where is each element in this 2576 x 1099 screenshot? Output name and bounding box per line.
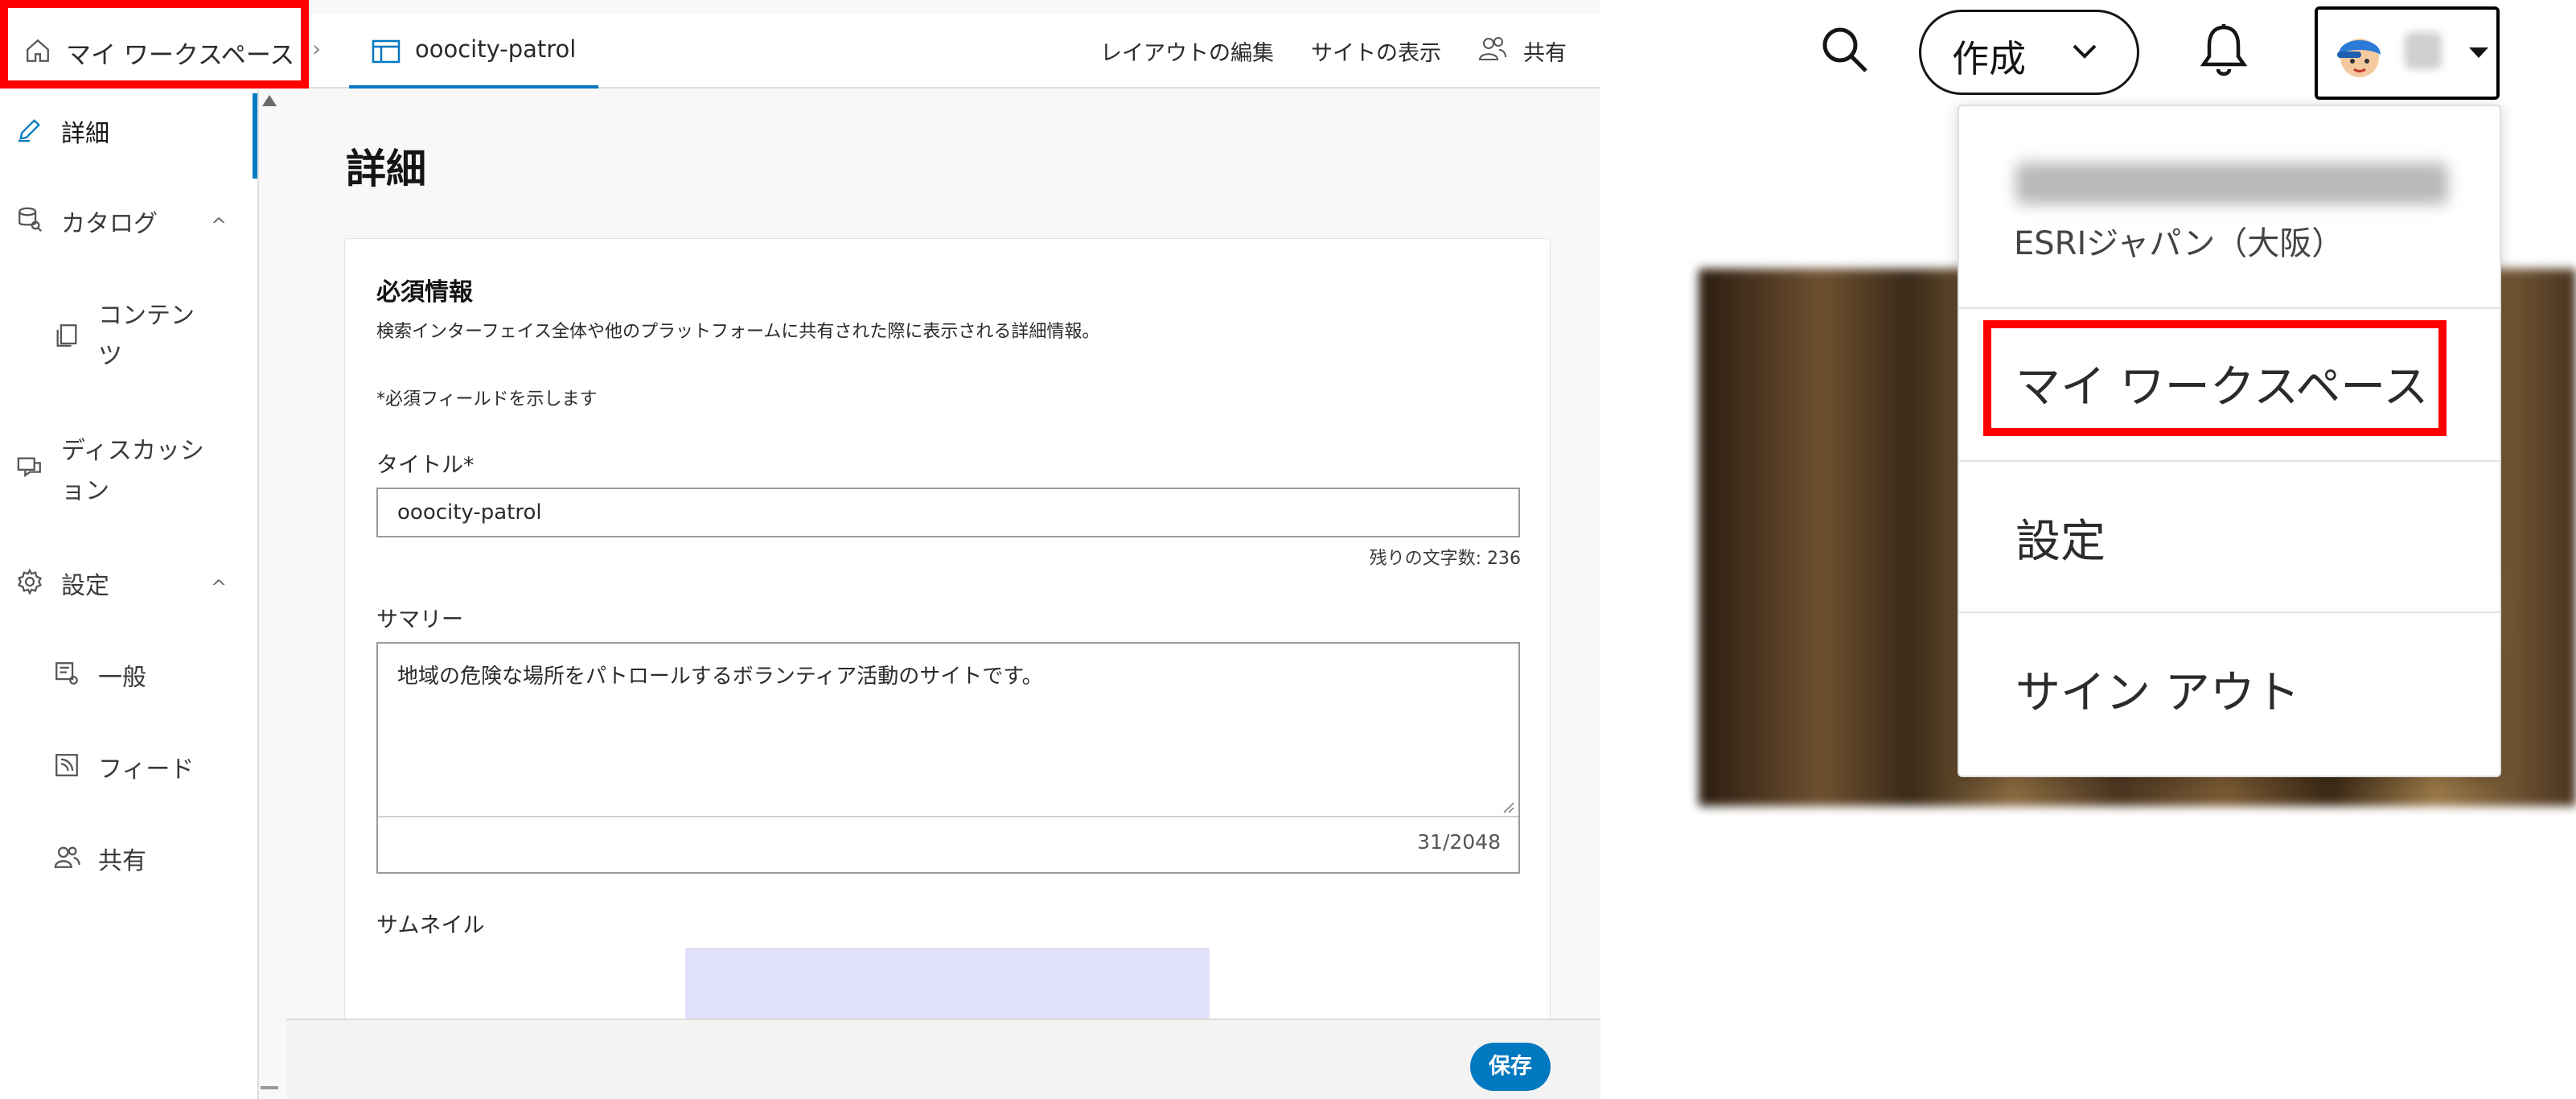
collapse-caret-icon[interactable]: ^	[211, 214, 227, 237]
content-icon	[53, 322, 80, 349]
menu-item-settings[interactable]: 設定	[2015, 505, 2106, 570]
chevron-down-icon	[2071, 43, 2098, 60]
view-site-link[interactable]: サイトの表示	[1311, 35, 1441, 67]
section-title: 必須情報	[376, 278, 473, 307]
sidebar-item-label: ディスカッション	[61, 437, 204, 505]
my-workspace-breadcrumb[interactable]: マイ ワークスペース	[0, 0, 309, 88]
edit-layout-link[interactable]: レイアウトの編集	[1100, 35, 1274, 67]
catalog-icon	[16, 206, 43, 233]
active-indicator	[253, 93, 257, 179]
site-layout-icon	[372, 39, 401, 64]
resize-handle-icon[interactable]	[1502, 801, 1515, 814]
create-button[interactable]: 作成	[1919, 10, 2139, 95]
thumbnail-preview[interactable]	[685, 948, 1210, 1020]
discussion-icon	[16, 454, 43, 481]
search-icon[interactable]	[1819, 24, 1871, 76]
site-tab[interactable]: ooocity-patrol	[349, 14, 598, 88]
share-link[interactable]: 共有	[1478, 35, 1575, 66]
create-button-label: 作成	[1952, 37, 2026, 80]
title-input-value: ooocity-patrol	[397, 500, 542, 525]
title-input[interactable]: ooocity-patrol	[376, 488, 1520, 537]
home-icon	[24, 37, 51, 64]
sidebar-item-discussion[interactable]: ディスカッション	[16, 431, 233, 520]
sidebar-item-label: 一般	[98, 664, 146, 692]
sidebar-item-catalog[interactable]: カタログ	[16, 204, 233, 245]
bell-icon[interactable]	[2199, 23, 2249, 79]
summary-text: 地域の危険な場所をパトロールするボランティア活動のサイトです。	[397, 665, 1043, 689]
menu-item-sign-out[interactable]: サイン アウト	[2015, 657, 2300, 722]
sidebar-item-label: フィード	[98, 755, 195, 784]
menu-divider	[1959, 307, 2500, 309]
edit-icon	[16, 116, 43, 143]
organization-name: ESRIジャパン（大阪）	[2014, 225, 2344, 262]
avatar-icon	[2334, 26, 2385, 82]
share-icon	[53, 843, 80, 871]
save-button[interactable]: 保存	[1470, 1043, 1551, 1091]
collapse-caret-icon[interactable]: ^	[211, 576, 227, 599]
sidebar-item-share[interactable]: 共有	[53, 842, 246, 882]
blurred-username	[2405, 32, 2442, 69]
menu-divider	[1959, 611, 2500, 613]
page-title: 詳細	[346, 146, 426, 192]
summary-textarea[interactable]: 地域の危険な場所をパトロールするボランティア活動のサイトです。 31/2048	[376, 642, 1520, 874]
sidebar-item-settings[interactable]: 設定	[16, 566, 233, 607]
highlight-box	[1983, 320, 2447, 436]
summary-divider	[378, 816, 1518, 817]
required-note: *必須フィールドを示します	[376, 389, 598, 410]
sidebar-item-general[interactable]: 一般	[53, 658, 246, 698]
sidebar-item-content[interactable]: コンテンツ	[53, 296, 246, 385]
sidebar-item-label: カタログ	[61, 210, 158, 238]
people-icon	[1478, 35, 1507, 63]
thumbnail-label: サムネイル	[376, 913, 485, 938]
sidebar-item-feed[interactable]: フィード	[53, 750, 246, 790]
sidebar-item-label: 共有	[98, 847, 146, 875]
title-label: タイトル*	[376, 453, 475, 478]
feed-icon	[53, 751, 80, 779]
scrollbar-thumb[interactable]	[261, 1086, 278, 1089]
sidebar-item-label: 設定	[61, 572, 109, 600]
blurred-user-id	[2015, 163, 2448, 204]
footer-bar	[286, 1019, 1600, 1099]
share-label: 共有	[1523, 41, 1567, 66]
scroll-up-arrow[interactable]	[261, 93, 278, 108]
general-icon	[53, 660, 80, 687]
my-workspace-label: マイ ワークスペース	[66, 41, 295, 70]
section-description: 検索インターフェイス全体や他のプラットフォームに共有された際に表示される詳細情報…	[376, 322, 1100, 342]
site-name: ooocity-patrol	[415, 35, 577, 63]
breadcrumb-separator: ›	[312, 35, 322, 62]
summary-char-count: 31/2048	[1417, 830, 1501, 854]
sidebar-item-details[interactable]: 詳細	[16, 114, 233, 154]
sidebar-item-label: 詳細	[61, 120, 109, 148]
summary-label: サマリー	[376, 607, 463, 632]
menu-divider	[1959, 460, 2500, 462]
gear-icon	[16, 568, 43, 595]
sidebar-item-label: コンテンツ	[98, 302, 195, 370]
title-remaining-count: 残りの文字数: 236	[1369, 549, 1521, 569]
caret-down-icon	[2467, 45, 2490, 60]
